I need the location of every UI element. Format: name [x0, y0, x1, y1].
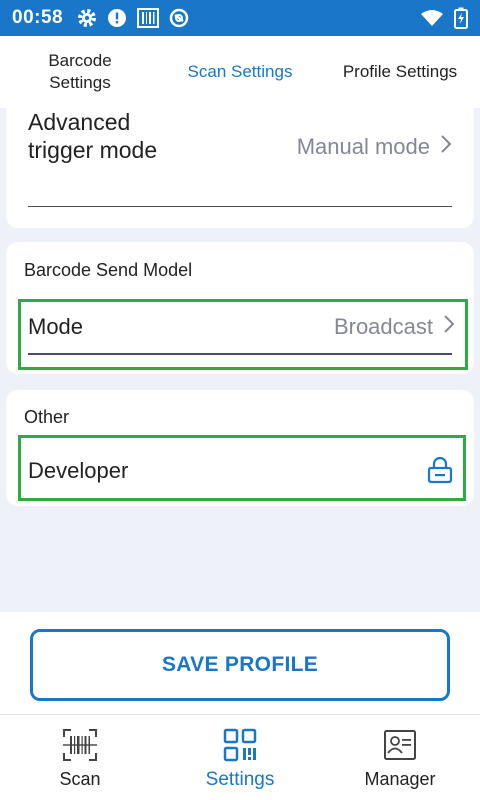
nav-label-settings: Settings	[205, 769, 275, 790]
advanced-trigger-mode-value: Manual mode	[296, 134, 430, 159]
row-divider	[28, 353, 452, 355]
chevron-right-icon	[440, 134, 452, 160]
mode-label: Mode	[28, 314, 84, 339]
send-model-card: Barcode Send Model Mode Broadcast	[6, 242, 474, 374]
barcode-icon	[137, 8, 160, 28]
section-title-other: Other	[24, 407, 70, 427]
sync-icon	[169, 8, 189, 28]
chevron-right-icon	[443, 314, 455, 340]
trigger-settings-card: Advanced trigger mode Manual mode	[6, 96, 474, 228]
battery-charging-icon	[454, 7, 468, 29]
mode-value-group: Broadcast	[334, 314, 455, 340]
profile-card-icon	[383, 727, 417, 763]
status-time: 00:58	[12, 7, 64, 28]
mode-row[interactable]: Mode Broadcast	[18, 299, 468, 370]
barcode-scan-icon	[62, 727, 98, 763]
alert-icon	[107, 8, 127, 28]
row-divider	[28, 206, 452, 207]
developer-label: Developer	[28, 458, 129, 483]
save-profile-button[interactable]: SAVE PROFILE	[30, 629, 450, 701]
nav-item-settings[interactable]: Settings	[190, 715, 290, 800]
mode-value: Broadcast	[333, 314, 433, 339]
nav-label-manager: Manager	[364, 769, 436, 789]
section-title-send-model: Barcode Send Model	[24, 260, 193, 280]
status-bar: 00:58	[0, 0, 480, 36]
advanced-trigger-mode-row[interactable]: Manual mode	[297, 134, 452, 160]
nav-item-scan[interactable]: Scan	[40, 715, 120, 800]
bottom-navigation: Scan Settings Manager	[0, 714, 480, 800]
nav-label-scan: Scan	[59, 769, 101, 789]
developer-row[interactable]: Developer	[18, 435, 466, 501]
wifi-icon	[420, 9, 444, 27]
other-card: Other Developer	[6, 390, 474, 506]
lock-icon	[427, 456, 453, 489]
nav-item-manager[interactable]: Manager	[350, 715, 450, 800]
advanced-trigger-mode-label[interactable]: Advanced trigger mode	[28, 108, 158, 164]
qr-settings-icon	[223, 727, 257, 763]
gear-icon	[77, 8, 97, 28]
